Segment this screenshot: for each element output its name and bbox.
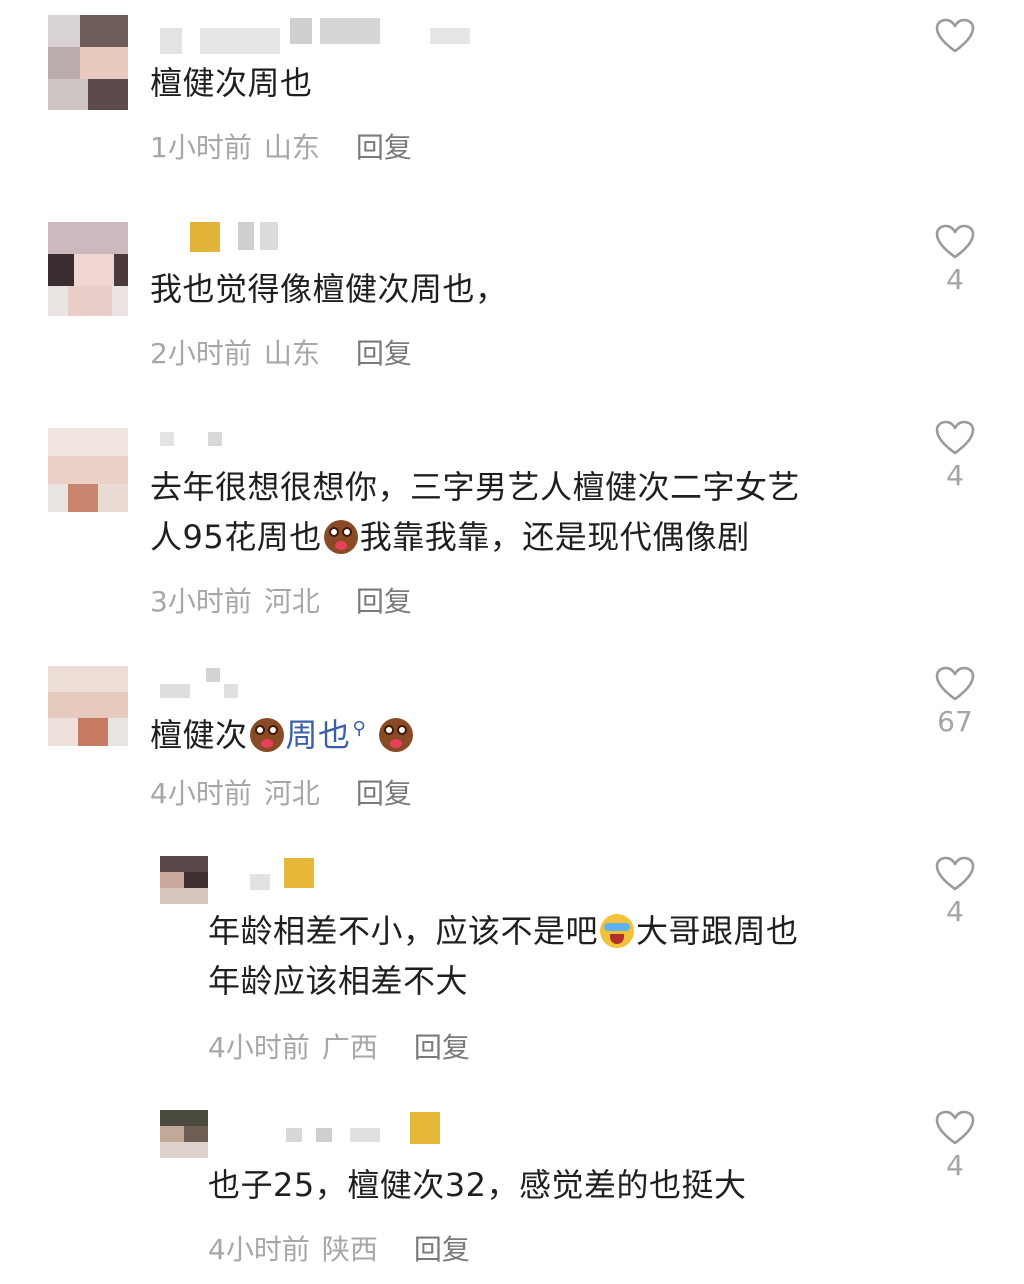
like-count: 4: [946, 1149, 964, 1182]
heart-outline-icon: [935, 420, 975, 455]
reply-button[interactable]: 回复: [356, 585, 412, 618]
username[interactable]: [250, 858, 330, 890]
comment-meta: 4小时前 陕西 回复: [208, 1230, 470, 1270]
comment-text-line: 人95花周也 我靠我靠，还是现代偶像剧: [150, 512, 800, 562]
like-count: 67: [937, 705, 973, 738]
username[interactable]: [286, 1112, 446, 1144]
like-button[interactable]: [926, 18, 984, 54]
comment-text-line: 也子25，檀健次32，感觉差的也挺大: [208, 1166, 747, 1204]
text-segment: 人95花周也: [150, 518, 322, 556]
location: 河北: [263, 585, 320, 618]
comment-meta: 4小时前 广西 回复: [208, 1028, 470, 1068]
comment-text: 我也觉得像檀健次周也，: [150, 264, 508, 314]
comment-text: 也子25，檀健次32，感觉差的也挺大: [208, 1160, 746, 1210]
location: 广西: [321, 1031, 378, 1064]
avatar[interactable]: [48, 428, 128, 512]
timestamp: 4小时前: [150, 777, 252, 810]
avatar[interactable]: [160, 1110, 208, 1158]
wow-face-emoji-icon: [378, 718, 413, 752]
wow-face-emoji-icon: [323, 520, 358, 554]
text-segment: 年龄相差不小，应该不是吧: [208, 912, 599, 950]
like-count: 4: [946, 459, 964, 492]
comment-text-line: 年龄应该相差不大: [208, 962, 469, 1000]
text-segment: 大哥跟周也: [636, 912, 799, 950]
timestamp: 1小时前: [150, 131, 252, 164]
avatar[interactable]: [48, 222, 128, 316]
comment-text-line: 去年很想很想你，三字男艺人檀健次二字女艺: [150, 468, 801, 506]
comment-text: 去年很想很想你，三字男艺人檀健次二字女艺 人95花周也 我靠我靠，还是现代偶像剧: [150, 462, 800, 562]
timestamp: 3小时前: [150, 585, 252, 618]
comment-text-line: 我也觉得像檀健次周也，: [150, 270, 508, 308]
heart-outline-icon: [935, 666, 975, 701]
username[interactable]: [160, 18, 480, 54]
timestamp: 4小时前: [208, 1031, 310, 1064]
text-segment: 我靠我靠，还是现代偶像剧: [359, 518, 750, 556]
comment-text-line: 檀健次 周也 ⚲: [150, 704, 415, 760]
location: 山东: [263, 131, 320, 164]
comment-meta: 1小时前 山东 回复: [150, 128, 412, 168]
text-segment: 檀健次: [150, 716, 248, 754]
comment-text: 檀健次周也: [150, 58, 313, 108]
like-button[interactable]: 4: [926, 1110, 984, 1184]
heart-outline-icon: [935, 18, 975, 53]
timestamp: 4小时前: [208, 1233, 310, 1266]
heart-outline-icon: [935, 1110, 975, 1145]
comment-text: 年龄相差不小，应该不是吧 大哥跟周也 年龄应该相差不大: [208, 906, 799, 1006]
like-button[interactable]: 4: [926, 420, 984, 494]
username[interactable]: [190, 222, 310, 252]
wow-face-emoji-icon: [249, 718, 284, 752]
mention-link[interactable]: 周也: [286, 716, 351, 754]
like-count: 4: [946, 263, 964, 296]
reply-button[interactable]: 回复: [356, 777, 412, 810]
reply-button[interactable]: 回复: [356, 337, 412, 370]
username[interactable]: [160, 428, 240, 456]
avatar[interactable]: [48, 15, 128, 110]
location: 陕西: [321, 1233, 378, 1266]
comment-text-line: 年龄相差不小，应该不是吧 大哥跟周也: [208, 906, 799, 956]
comment-text: 檀健次 周也 ⚲: [150, 704, 415, 760]
like-button[interactable]: 67: [926, 666, 984, 740]
avatar[interactable]: [160, 856, 208, 904]
timestamp: 2小时前: [150, 337, 252, 370]
comment-meta: 3小时前 河北 回复: [150, 582, 412, 622]
reply-button[interactable]: 回复: [414, 1031, 470, 1064]
like-button[interactable]: 4: [926, 856, 984, 930]
heart-outline-icon: [935, 856, 975, 891]
reply-button[interactable]: 回复: [356, 131, 412, 164]
username[interactable]: [160, 668, 250, 698]
like-button[interactable]: 4: [926, 224, 984, 298]
laugh-cry-emoji-icon: [600, 914, 635, 948]
search-magnifier-icon[interactable]: ⚲: [353, 718, 367, 739]
comment-text-line: 檀健次周也: [150, 64, 313, 102]
location: 河北: [263, 777, 320, 810]
like-count: 4: [946, 895, 964, 928]
comment-meta: 4小时前 河北 回复: [150, 774, 412, 814]
heart-outline-icon: [935, 224, 975, 259]
location: 山东: [263, 337, 320, 370]
comment-meta: 2小时前 山东 回复: [150, 334, 412, 374]
avatar[interactable]: [48, 666, 128, 746]
reply-button[interactable]: 回复: [414, 1233, 470, 1266]
